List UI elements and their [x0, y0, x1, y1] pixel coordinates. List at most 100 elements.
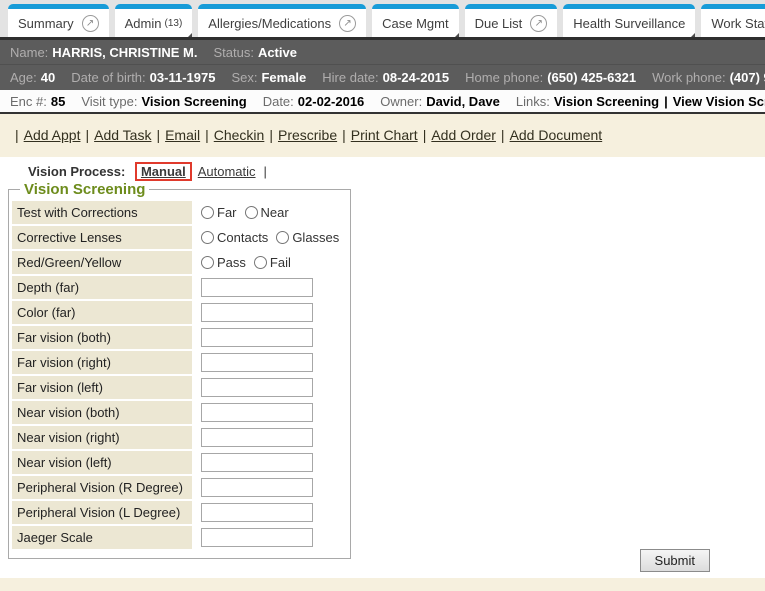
field-value: Vision Screening: [141, 94, 246, 109]
row-control: [192, 401, 347, 424]
row-label: Red/Green/Yellow: [12, 251, 192, 274]
tab-label: Work Status: [711, 16, 765, 31]
radio-pass[interactable]: [201, 256, 214, 269]
dropdown-corner-icon: [453, 33, 459, 39]
action-link-add-document[interactable]: Add Document: [510, 127, 603, 143]
row-label: Jaeger Scale: [12, 526, 192, 549]
input-far-vision-both[interactable]: [201, 328, 313, 347]
tab-label: Health Surveillance: [573, 16, 685, 31]
field-value: (650) 425-6321: [547, 70, 636, 85]
tab-summary[interactable]: Summary↗: [8, 4, 109, 37]
separator: |: [269, 127, 273, 143]
demographic-item: Sex:Female: [231, 70, 306, 85]
form-row: Jaeger Scale: [12, 526, 347, 549]
action-link-prescribe[interactable]: Prescribe: [278, 127, 337, 143]
radio-glasses[interactable]: [276, 231, 289, 244]
radio-option-far[interactable]: Far: [201, 205, 237, 220]
link-vision-screening[interactable]: Vision Screening: [554, 94, 659, 109]
radio-option-pass[interactable]: Pass: [201, 255, 246, 270]
radio-option-contacts[interactable]: Contacts: [201, 230, 268, 245]
field-label: Enc #:: [10, 94, 47, 109]
field-value: Female: [261, 70, 306, 85]
action-link-add-order[interactable]: Add Order: [431, 127, 496, 143]
status-label: Status:: [213, 45, 253, 60]
row-control: [192, 526, 347, 549]
row-label: Corrective Lenses: [12, 226, 192, 249]
demographic-item: Home phone: (650) 425-6321: [465, 70, 636, 85]
radio-option-fail[interactable]: Fail: [254, 255, 291, 270]
vision-process-options: ManualAutomatic|: [135, 164, 267, 179]
radio-fail[interactable]: [254, 256, 267, 269]
row-control: [192, 301, 347, 324]
input-jaeger-scale[interactable]: [201, 528, 313, 547]
form-row: Far vision (right): [12, 351, 347, 374]
link-view-vision-screening[interactable]: View Vision Screening: [673, 94, 765, 109]
input-far-vision-left[interactable]: [201, 378, 313, 397]
row-label: Peripheral Vision (R Degree): [12, 476, 192, 499]
tab-label: Due List: [475, 16, 523, 31]
open-in-new-window-icon[interactable]: ↗: [339, 15, 356, 32]
form-row: Far vision (both): [12, 326, 347, 349]
open-in-new-window-icon[interactable]: ↗: [530, 15, 547, 32]
row-control: [192, 451, 347, 474]
tab-label: Case Mgmt: [382, 16, 448, 31]
radio-option-near[interactable]: Near: [245, 205, 289, 220]
field-value: (407) 939: [730, 70, 765, 85]
tab-work-status[interactable]: Work Status↗: [701, 4, 765, 37]
vision-process-label: Vision Process:: [28, 164, 125, 179]
links-label: Links:: [516, 94, 550, 109]
row-control: [192, 351, 347, 374]
input-color-far[interactable]: [201, 303, 313, 322]
encounter-item: Visit type:Vision Screening: [81, 94, 246, 109]
demographic-item: Age:40: [10, 70, 55, 85]
action-link-add-task[interactable]: Add Task: [94, 127, 151, 143]
tab-due-list[interactable]: Due List ↗: [465, 4, 558, 37]
field-value: 02-02-2016: [298, 94, 365, 109]
input-depth-far[interactable]: [201, 278, 313, 297]
radio-contacts[interactable]: [201, 231, 214, 244]
action-link-email[interactable]: Email: [165, 127, 200, 143]
action-link-add-appt[interactable]: Add Appt: [24, 127, 81, 143]
vision-screening-form: Vision Screening Test with CorrectionsFa…: [8, 181, 351, 559]
form-row: Test with CorrectionsFarNear: [12, 201, 347, 224]
row-label: Far vision (left): [12, 376, 192, 399]
action-link-print-chart[interactable]: Print Chart: [351, 127, 418, 143]
separator: |: [156, 127, 160, 143]
action-link-checkin[interactable]: Checkin: [214, 127, 265, 143]
tab-admin[interactable]: Admin(13): [115, 4, 193, 37]
row-control: [192, 501, 347, 524]
input-near-vision-right[interactable]: [201, 428, 313, 447]
row-label: Far vision (both): [12, 326, 192, 349]
demographic-item: Hire date:08-24-2015: [322, 70, 449, 85]
radio-label: Far: [217, 205, 237, 220]
radio-option-glasses[interactable]: Glasses: [276, 230, 339, 245]
submit-button[interactable]: Submit: [640, 549, 710, 572]
form-row: Near vision (both): [12, 401, 347, 424]
radio-far[interactable]: [201, 206, 214, 219]
input-peripheral-vision-l-degree[interactable]: [201, 503, 313, 522]
radio-near[interactable]: [245, 206, 258, 219]
row-label: Color (far): [12, 301, 192, 324]
patient-name-item: Name: HARRIS, CHRISTINE M.: [10, 45, 197, 60]
vision-process-option-automatic[interactable]: Automatic: [198, 164, 256, 179]
separator: |: [423, 127, 427, 143]
tab-label: Admin: [125, 16, 162, 31]
vision-process-option-manual[interactable]: Manual: [141, 164, 186, 179]
row-control: [192, 376, 347, 399]
separator: |: [501, 127, 505, 143]
row-control: [192, 326, 347, 349]
input-near-vision-left[interactable]: [201, 453, 313, 472]
tab-health-surveillance[interactable]: Health Surveillance: [563, 4, 695, 37]
field-value: 03-11-1975: [150, 70, 216, 85]
separator: |: [85, 127, 89, 143]
field-label: Hire date:: [322, 70, 378, 85]
tab-case-mgmt[interactable]: Case Mgmt: [372, 4, 458, 37]
input-near-vision-both[interactable]: [201, 403, 313, 422]
open-in-new-window-icon[interactable]: ↗: [82, 15, 99, 32]
input-peripheral-vision-r-degree[interactable]: [201, 478, 313, 497]
highlight-box: Manual: [135, 162, 192, 181]
field-label: Home phone:: [465, 70, 543, 85]
input-far-vision-right[interactable]: [201, 353, 313, 372]
row-control: Contacts Glasses: [192, 226, 347, 249]
tab-allergies-medications[interactable]: Allergies/Medications↗: [198, 4, 366, 37]
